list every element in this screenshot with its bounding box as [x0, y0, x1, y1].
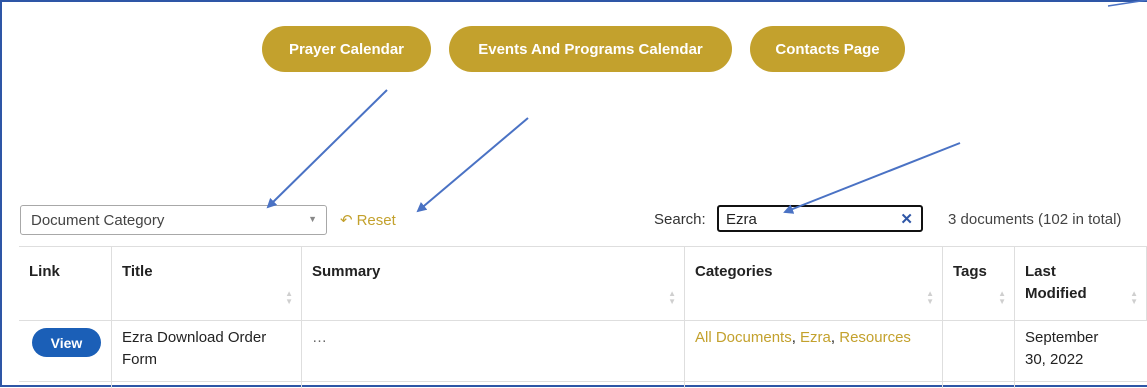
last-modified-date: September 30, 2022 — [1025, 329, 1099, 368]
sort-icon: ▲ ▼ — [998, 289, 1006, 306]
reset-label: Reset — [356, 212, 396, 229]
next-row-cell — [19, 382, 112, 388]
clear-search-icon[interactable]: ✕ — [900, 210, 913, 228]
undo-icon: ↶ — [340, 212, 353, 229]
document-category-select[interactable]: Document Category ▼ — [20, 205, 327, 235]
column-header-categories[interactable]: Categories ▲ ▼ — [685, 247, 943, 320]
search-input[interactable] — [726, 209, 896, 229]
column-header-last-modified[interactable]: Last Modified ▲ ▼ — [1015, 247, 1147, 320]
contacts-page-button[interactable]: Contacts Page — [750, 26, 905, 72]
category-link-all-documents[interactable]: All Documents — [695, 329, 792, 346]
category-select-label: Document Category — [31, 211, 165, 229]
category-link-resources[interactable]: Resources — [839, 329, 911, 346]
chevron-down-icon: ▼ — [308, 214, 317, 224]
sort-icon: ▲ ▼ — [668, 289, 676, 306]
search-label: Search: — [654, 211, 706, 228]
next-row-cell — [685, 382, 943, 388]
sort-icon: ▲ ▼ — [285, 289, 293, 306]
cell-link — [19, 321, 112, 381]
document-title: Ezra Download Order Form — [122, 329, 267, 368]
cell-tags — [943, 321, 1015, 381]
column-header-summary[interactable]: Summary ▲ ▼ — [302, 247, 685, 320]
reset-button[interactable]: ↶ Reset — [340, 211, 396, 229]
documents-table: Link Title ▲ ▼ Summary ▲ ▼ Categories ▲ ▼ T… — [19, 246, 1147, 388]
result-count: 3 documents (102 in total) — [948, 211, 1122, 228]
cell-title: Ezra Download Order Form — [112, 321, 302, 381]
next-row-cell — [112, 382, 302, 388]
column-header-link[interactable]: Link — [19, 247, 112, 320]
column-header-title[interactable]: Title ▲ ▼ — [112, 247, 302, 320]
events-calendar-button[interactable]: Events And Programs Calendar — [449, 26, 732, 72]
search-box: ✕ — [717, 205, 923, 232]
next-row-cell — [943, 382, 1015, 388]
prayer-calendar-button[interactable]: Prayer Calendar — [262, 26, 431, 72]
cell-categories: All Documents, Ezra, Resources — [685, 321, 943, 381]
category-link-ezra[interactable]: Ezra — [800, 329, 831, 346]
sort-icon: ▲ ▼ — [1130, 289, 1138, 306]
column-header-tags[interactable]: Tags ▲ ▼ — [943, 247, 1015, 320]
next-row-cell — [302, 382, 685, 388]
sort-icon: ▲ ▼ — [926, 289, 934, 306]
cell-summary: … — [302, 321, 685, 381]
document-summary: … — [312, 329, 327, 346]
cell-last-modified: September 30, 2022 — [1015, 321, 1147, 381]
